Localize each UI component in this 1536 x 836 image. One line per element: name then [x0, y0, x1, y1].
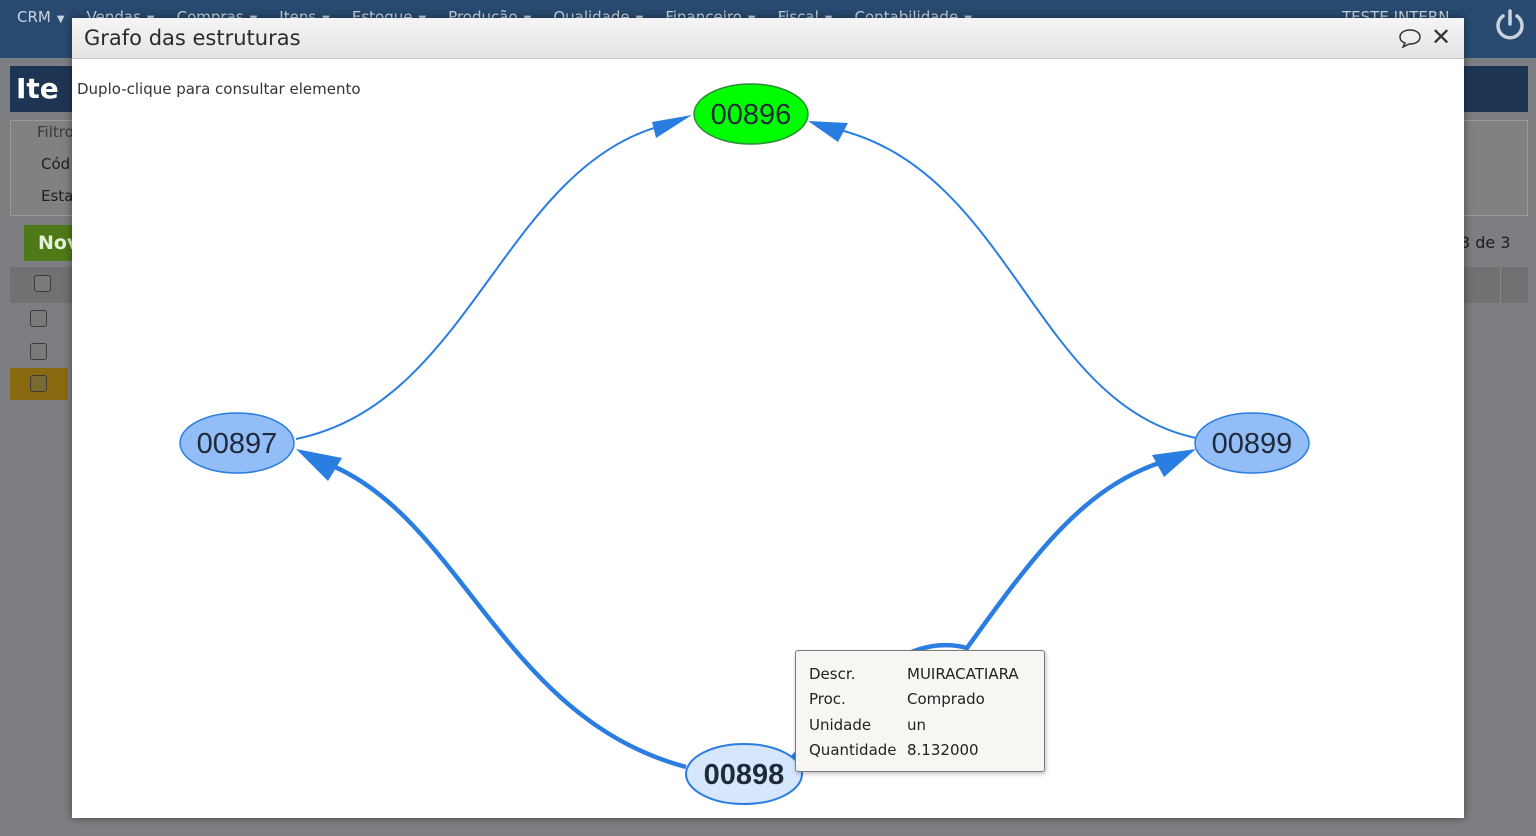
node-00896[interactable]: 00896 — [693, 83, 809, 145]
tooltip-row: Proc. Comprado — [809, 690, 985, 708]
row-checkbox[interactable] — [30, 343, 47, 360]
menu-label: CRM — [17, 8, 51, 26]
node-00899[interactable]: 00899 — [1194, 412, 1310, 474]
page-title: Ite — [16, 72, 59, 105]
tooltip-value: 8.132000 — [907, 741, 979, 759]
arrowhead — [808, 121, 848, 142]
node-label: 00897 — [197, 428, 278, 460]
filter-legend: Filtro — [37, 123, 74, 141]
edge-00899-00896 — [831, 127, 1197, 439]
node-label: 00899 — [1212, 428, 1293, 460]
select-all-checkbox[interactable] — [34, 275, 51, 292]
edge-00897-00896 — [295, 124, 665, 440]
tooltip-key: Proc. — [809, 690, 846, 708]
filter-field-label: Esta — [41, 187, 74, 205]
tooltip-row: Quantidade 8.132000 — [809, 741, 979, 759]
caret-down-icon: ▼ — [56, 14, 65, 25]
arrowhead — [652, 115, 692, 138]
power-icon[interactable] — [1493, 8, 1527, 42]
arrowhead — [296, 449, 342, 481]
edges-layer — [295, 115, 1197, 770]
menu-crm[interactable]: CRM ▼ — [17, 8, 65, 26]
tooltip-value: Comprado — [907, 690, 985, 708]
tooltip-value: MUIRACATIARA — [907, 665, 1019, 683]
row-checkbox[interactable] — [30, 375, 47, 392]
tooltip-row: Descr. MUIRACATIARA — [809, 665, 1019, 683]
node-00897[interactable]: 00897 — [179, 412, 295, 474]
pager-text: 3 de 3 — [1460, 233, 1511, 252]
arrowhead — [1152, 449, 1196, 477]
tooltip-row: Unidade un — [809, 716, 926, 734]
edge-00898-00897 — [327, 461, 687, 770]
column-divider — [1500, 267, 1501, 303]
node-00898[interactable]: 00898 — [685, 743, 803, 805]
tooltip-value: un — [907, 716, 927, 734]
structure-graph-dialog: Grafo das estruturas ✕ Duplo-clique para… — [72, 18, 1464, 818]
node-tooltip: Descr. MUIRACATIARA Proc. Comprado Unidade… — [795, 650, 1045, 772]
node-label: 00898 — [704, 759, 785, 791]
tooltip-key: Descr. — [809, 665, 856, 683]
filter-field-label: Cód — [41, 155, 71, 173]
structure-graph: 00896 00897 00899 00898 — [179, 83, 1310, 805]
node-label: 00896 — [711, 99, 792, 131]
row-checkbox[interactable] — [30, 310, 47, 327]
tooltip-key: Unidade — [809, 716, 872, 734]
tooltip-key: Quantidade — [809, 741, 897, 759]
